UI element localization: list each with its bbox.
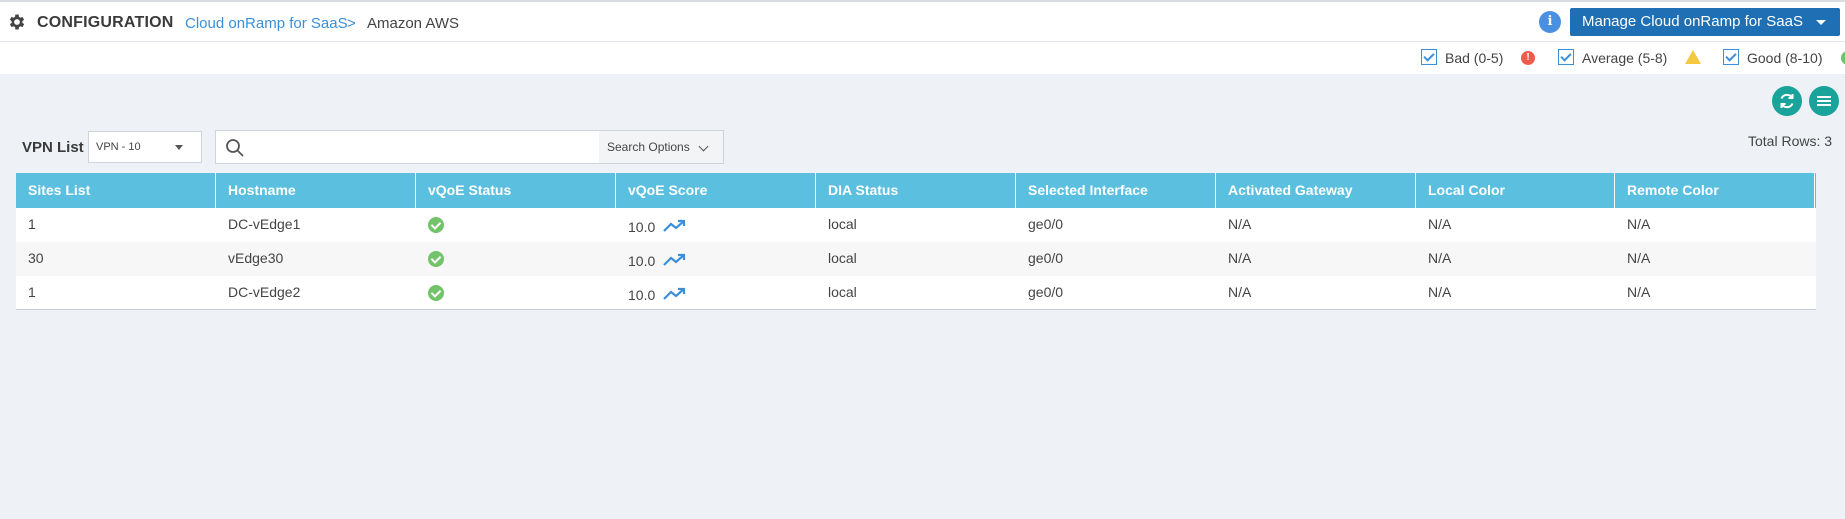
column-header[interactable]: Activated Gateway <box>1216 173 1416 208</box>
search-input[interactable] <box>253 134 613 160</box>
check-circle-icon <box>428 251 444 267</box>
table-row[interactable]: 1 DC-vEdge2 10.0 local ge0/0 N/A N/A N/A <box>16 276 1816 310</box>
cell-gateway: N/A <box>1228 216 1252 232</box>
table-header: Sites List Hostname vQoE Status vQoE Sco… <box>16 173 1816 208</box>
checkbox-checked-icon <box>1558 49 1574 66</box>
vqoe-score-value: 10.0 <box>628 287 656 303</box>
trend-up-icon[interactable] <box>663 219 687 233</box>
vqoe-score-value: 10.0 <box>628 253 656 269</box>
vpn-select[interactable]: VPN - 10 <box>88 131 202 163</box>
checkbox-checked-icon <box>1723 49 1739 66</box>
cell-gateway: N/A <box>1228 250 1252 266</box>
cell-interface: ge0/0 <box>1028 284 1064 300</box>
column-header[interactable]: vQoE Score <box>616 173 816 208</box>
manage-button-label: Manage Cloud onRamp for SaaS <box>1582 13 1803 30</box>
cell-site: 1 <box>28 284 36 300</box>
quality-legend: Bad (0-5) ! Average (5-8) Good (8-10) <box>0 42 1845 74</box>
refresh-icon <box>1780 93 1794 109</box>
vpn-selected-value: VPN - 10 <box>96 141 141 153</box>
column-header[interactable]: DIA Status <box>816 173 1016 208</box>
check-circle-icon <box>428 285 444 301</box>
cell-hostname: DC-vEdge2 <box>228 284 301 300</box>
top-header: CONFIGURATION Cloud onRamp for SaaS > Am… <box>0 0 1845 42</box>
cell-vqoe-score: 10.0 <box>616 208 687 242</box>
column-header[interactable]: Hostname <box>216 173 416 208</box>
cell-vqoe-status <box>416 208 444 242</box>
legend-good-checkbox[interactable]: Good (8-10) <box>1723 48 1822 68</box>
column-header[interactable]: Sites List <box>16 173 216 208</box>
refresh-button[interactable] <box>1772 86 1802 116</box>
cell-interface: ge0/0 <box>1028 250 1064 266</box>
checkbox-checked-icon <box>1421 49 1437 66</box>
cell-vqoe-score: 10.0 <box>616 276 687 310</box>
cell-dia-status: local <box>828 216 857 232</box>
trend-up-icon[interactable] <box>663 253 687 267</box>
table-divider <box>16 309 1816 310</box>
trend-up-icon[interactable] <box>663 287 687 301</box>
cell-remote-color: N/A <box>1627 250 1651 266</box>
cell-site: 30 <box>28 250 44 266</box>
legend-bad-label: Bad (0-5) <box>1445 50 1504 66</box>
table-row[interactable]: 30 vEdge30 10.0 local ge0/0 N/A N/A N/A <box>16 242 1816 276</box>
column-header[interactable]: Local Color <box>1416 173 1615 208</box>
table-row[interactable]: 1 DC-vEdge1 10.0 local ge0/0 N/A N/A N/A <box>16 208 1816 242</box>
info-icon[interactable]: i <box>1539 11 1561 33</box>
cell-remote-color: N/A <box>1627 216 1651 232</box>
search-options-button[interactable]: Search Options <box>599 131 723 163</box>
check-circle-icon <box>428 217 444 233</box>
column-header[interactable]: Remote Color <box>1615 173 1815 208</box>
cell-hostname: vEdge30 <box>228 250 284 266</box>
cell-hostname: DC-vEdge1 <box>228 216 301 232</box>
chevron-down-icon <box>698 141 709 152</box>
search-options-label: Search Options <box>607 140 690 154</box>
legend-average-label: Average (5-8) <box>1582 50 1668 66</box>
cell-vqoe-score: 10.0 <box>616 242 687 276</box>
cell-site: 1 <box>28 216 36 232</box>
breadcrumb-cloud-onramp[interactable]: Cloud onRamp for SaaS <box>185 15 348 32</box>
page-title: CONFIGURATION <box>37 14 174 31</box>
menu-button[interactable] <box>1809 86 1839 116</box>
cell-dia-status: local <box>828 284 857 300</box>
cell-local-color: N/A <box>1428 284 1452 300</box>
menu-icon <box>1817 96 1831 106</box>
bad-status-icon: ! <box>1521 51 1535 65</box>
breadcrumb-separator: > <box>347 15 356 32</box>
caret-down-icon <box>175 145 183 150</box>
legend-good-label: Good (8-10) <box>1747 50 1823 66</box>
legend-bad-checkbox[interactable]: Bad (0-5) <box>1421 48 1503 68</box>
vpn-list-label: VPN List <box>22 139 84 156</box>
cell-local-color: N/A <box>1428 216 1452 232</box>
cell-local-color: N/A <box>1428 250 1452 266</box>
cell-vqoe-status <box>416 242 444 276</box>
gear-icon <box>9 14 25 30</box>
breadcrumb-current: Amazon AWS <box>367 15 459 32</box>
manage-cloud-onramp-button[interactable]: Manage Cloud onRamp for SaaS <box>1570 8 1840 36</box>
vqoe-score-value: 10.0 <box>628 219 656 235</box>
search-bar: Search Options <box>215 130 724 164</box>
cell-vqoe-status <box>416 276 444 310</box>
search-icon <box>226 139 244 157</box>
cell-remote-color: N/A <box>1627 284 1651 300</box>
cell-gateway: N/A <box>1228 284 1252 300</box>
cell-dia-status: local <box>828 250 857 266</box>
total-rows-count: Total Rows: 3 <box>1748 133 1833 149</box>
good-status-icon <box>1841 51 1845 65</box>
warning-icon <box>1685 50 1701 64</box>
caret-down-icon <box>1816 20 1826 25</box>
column-header[interactable]: vQoE Status <box>416 173 616 208</box>
legend-average-checkbox[interactable]: Average (5-8) <box>1558 48 1667 68</box>
column-header[interactable]: Selected Interface <box>1016 173 1216 208</box>
cell-interface: ge0/0 <box>1028 216 1064 232</box>
